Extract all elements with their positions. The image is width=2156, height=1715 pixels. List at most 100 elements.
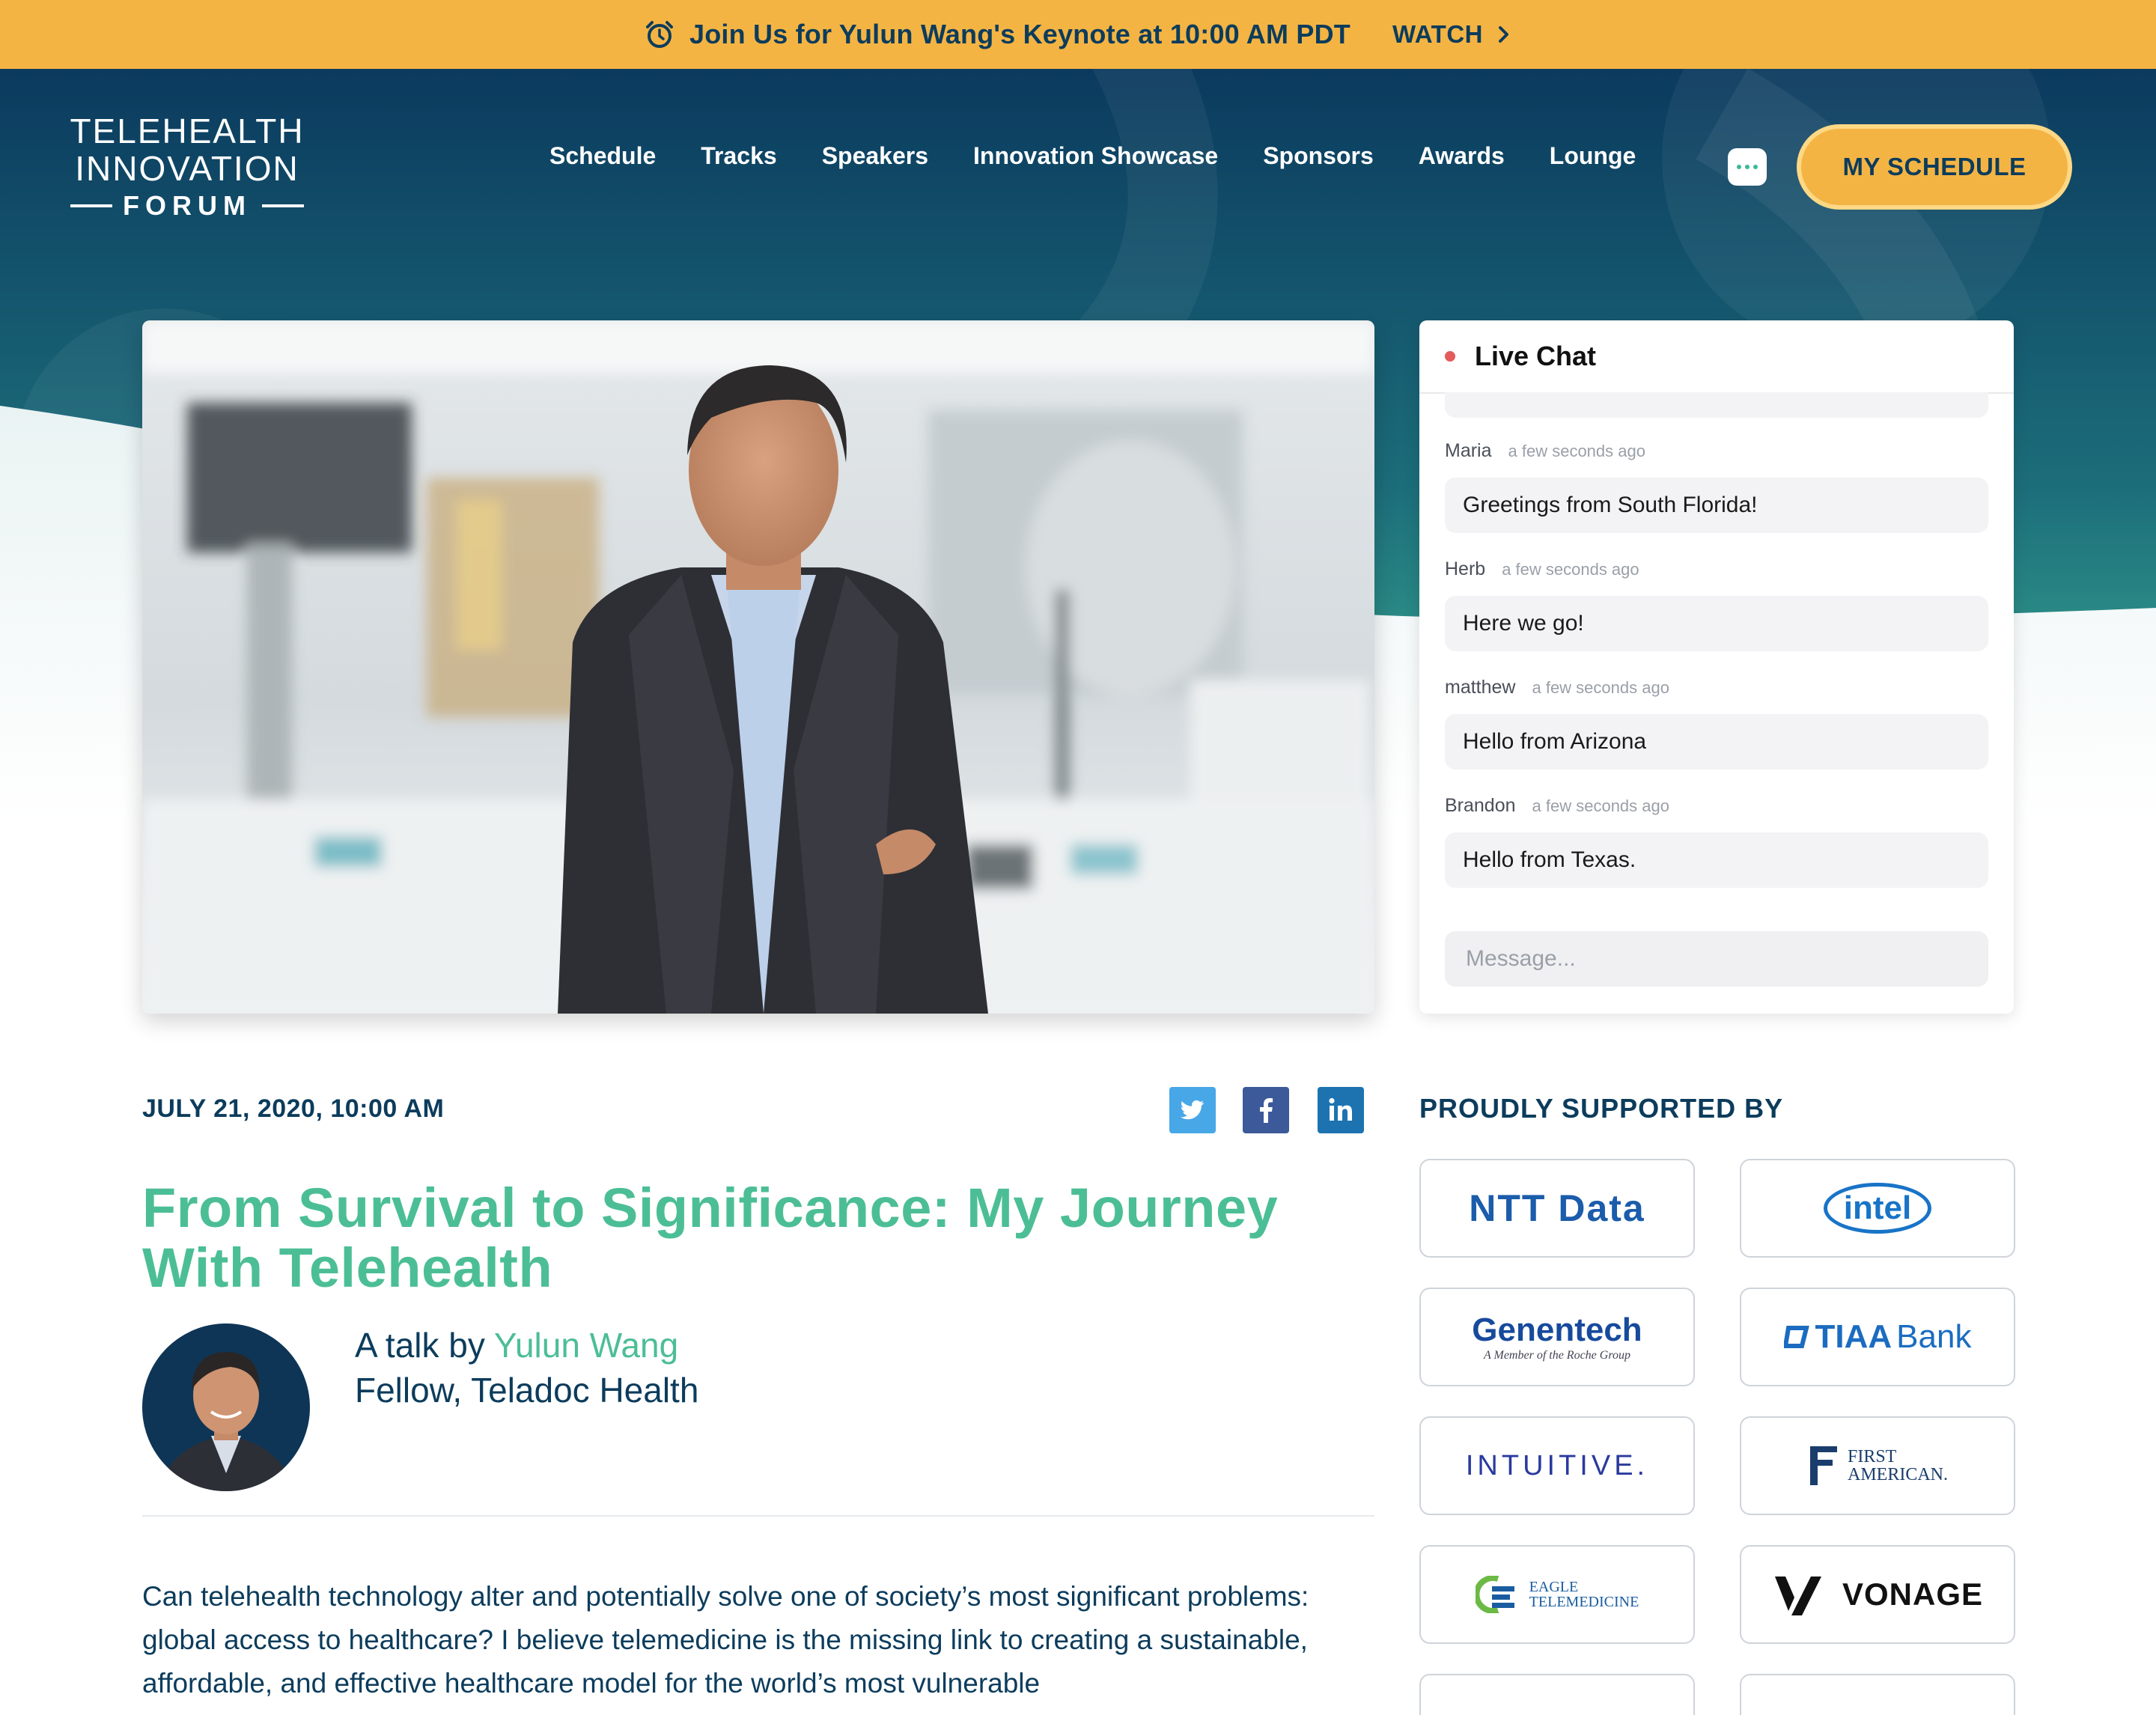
sponsor-intuitive[interactable]: INTUITIVE.: [1419, 1416, 1695, 1515]
chat-message: Maria a few seconds ago Greetings from S…: [1445, 440, 1988, 533]
linkedin-icon: [1329, 1097, 1352, 1121]
chat-message-partial: [1445, 392, 1988, 418]
my-schedule-button[interactable]: MY SCHEDULE: [1797, 124, 2072, 210]
chat-message-meta: Brandon a few seconds ago: [1445, 795, 1988, 825]
speaker-portrait: [142, 1323, 310, 1491]
watch-label: WATCH: [1392, 20, 1483, 48]
watch-link[interactable]: WATCH: [1392, 20, 1513, 49]
chat-message-text: Hello from Arizona: [1445, 714, 1988, 770]
alarm-clock-icon: [645, 21, 673, 48]
logo-forum-text: FORUM: [123, 190, 252, 221]
tiaa-mark-icon: [1783, 1326, 1809, 1348]
chat-username: Brandon: [1445, 795, 1516, 816]
speaker-avatar[interactable]: [142, 1323, 310, 1491]
chevron-right-icon: [1499, 26, 1508, 43]
chat-username: matthew: [1445, 677, 1516, 698]
sponsor-genentech[interactable]: Genentech A Member of the Roche Group: [1419, 1288, 1695, 1386]
chat-timestamp: a few seconds ago: [1532, 678, 1669, 697]
vonage-logo: VONAGE: [1772, 1572, 1983, 1617]
chat-message-text: Here we go!: [1445, 596, 1988, 651]
ntt-data-logo: NTT Data: [1469, 1187, 1645, 1229]
announcement-message: Join Us for Yulun Wang's Keynote at 10:0…: [643, 18, 1350, 51]
chat-timestamp: a few seconds ago: [1508, 442, 1645, 460]
chat-message-input[interactable]: [1445, 931, 1988, 987]
sponsor-partial-logo[interactable]: [1419, 1674, 1695, 1715]
nav-schedule[interactable]: Schedule: [549, 142, 656, 170]
chat-message-text: Greetings from South Florida!: [1445, 478, 1988, 533]
nav-tracks[interactable]: Tracks: [701, 142, 776, 170]
speaker-name-link[interactable]: Yulun Wang: [494, 1326, 678, 1365]
chat-message-meta: Maria a few seconds ago: [1445, 440, 1988, 470]
nav-speakers[interactable]: Speakers: [822, 142, 928, 170]
sponsor-ntt-data[interactable]: NTT Data: [1419, 1159, 1695, 1258]
twitter-icon: [1181, 1100, 1204, 1120]
logo-dash-left: [70, 204, 112, 207]
chat-timestamp: a few seconds ago: [1502, 560, 1639, 579]
ellipsis-icon: [1745, 165, 1750, 169]
speaker-byline: A talk by Yulun Wang: [355, 1325, 678, 1365]
live-chat-header: Live Chat: [1419, 320, 2014, 394]
facebook-icon: [1260, 1098, 1273, 1123]
sponsor-eagle-telemedicine[interactable]: EAGLE TELEMEDICINE: [1419, 1545, 1695, 1644]
main-nav: Schedule Tracks Speakers Innovation Show…: [549, 142, 1660, 170]
live-indicator-dot: [1445, 351, 1455, 362]
video-player[interactable]: [142, 320, 1374, 1014]
genentech-name: Genentech: [1472, 1312, 1642, 1348]
sponsor-first-american[interactable]: FIRST AMERICAN.: [1740, 1416, 2015, 1515]
speaker-role: Fellow, Teladoc Health: [355, 1371, 699, 1410]
first-american-line-2: AMERICAN.: [1847, 1465, 1948, 1484]
nav-sponsors[interactable]: Sponsors: [1263, 142, 1374, 170]
chat-message: Herb a few seconds ago Here we go!: [1445, 558, 1988, 651]
eagle-text: EAGLE TELEMEDICINE: [1529, 1580, 1639, 1609]
logo-line-3: FORUM: [67, 190, 307, 222]
site-logo[interactable]: TELEHEALTH INNOVATION FORUM: [67, 112, 307, 222]
eagle-mark-icon: [1475, 1576, 1514, 1613]
eagle-line-1: EAGLE: [1529, 1579, 1579, 1595]
first-american-logo: FIRST AMERICAN.: [1807, 1443, 1948, 1488]
ellipsis-icon: [1753, 165, 1758, 169]
share-facebook-button[interactable]: [1243, 1087, 1289, 1133]
eagle-line-2: TELEMEDICINE: [1529, 1594, 1639, 1610]
sponsors-heading: PROUDLY SUPPORTED BY: [1419, 1093, 1784, 1124]
section-divider: [142, 1515, 1374, 1517]
ellipsis-icon: [1737, 165, 1741, 169]
share-twitter-button[interactable]: [1169, 1087, 1216, 1133]
sponsor-us-bank[interactable]: usbank: [1740, 1674, 2015, 1715]
share-linkedin-button[interactable]: [1318, 1087, 1364, 1133]
intuitive-logo: INTUITIVE.: [1465, 1449, 1649, 1481]
announcement-bar: Join Us for Yulun Wang's Keynote at 10:0…: [0, 0, 2156, 69]
logo-line-1: TELEHEALTH: [70, 112, 305, 150]
sponsor-vonage[interactable]: VONAGE: [1740, 1545, 2015, 1644]
chat-message: Brandon a few seconds ago Hello from Tex…: [1445, 795, 1988, 888]
sponsor-tiaa-bank[interactable]: TIAA Bank: [1740, 1288, 2015, 1386]
chat-username: Maria: [1445, 440, 1492, 461]
nav-lounge[interactable]: Lounge: [1550, 142, 1636, 170]
sponsor-intel[interactable]: intel: [1740, 1159, 2015, 1258]
chat-message-text: Hello from Texas.: [1445, 832, 1988, 888]
nav-awards[interactable]: Awards: [1419, 142, 1505, 170]
chat-username: Herb: [1445, 558, 1486, 579]
first-american-mark-icon: [1809, 1446, 1837, 1485]
more-menu-button[interactable]: [1728, 148, 1767, 186]
vonage-mark-icon: [1774, 1577, 1821, 1615]
live-chat-title: Live Chat: [1475, 341, 1597, 371]
nav-innovation-showcase[interactable]: Innovation Showcase: [973, 142, 1218, 170]
eagle-telemedicine-logo: EAGLE TELEMEDICINE: [1475, 1576, 1639, 1613]
tiaa-name: TIAA: [1815, 1318, 1892, 1355]
logo-line-2: INNOVATION: [75, 149, 299, 188]
announcement-text: Join Us for Yulun Wang's Keynote at 10:0…: [689, 19, 1350, 49]
live-chat-panel: Live Chat Maria a few seconds ago Greeti…: [1419, 320, 2014, 1014]
chat-message-meta: Herb a few seconds ago: [1445, 558, 1988, 588]
chat-message-meta: matthew a few seconds ago: [1445, 677, 1988, 707]
chat-timestamp: a few seconds ago: [1532, 796, 1669, 815]
first-american-text: FIRST AMERICAN.: [1848, 1448, 1948, 1484]
vonage-name: VONAGE: [1842, 1577, 1984, 1612]
first-american-line-1: FIRST: [1847, 1447, 1897, 1466]
genentech-logo: Genentech A Member of the Roche Group: [1472, 1312, 1642, 1362]
logo-dash-right: [261, 204, 304, 207]
intel-logo: intel: [1823, 1183, 1932, 1234]
tiaa-bank-logo: TIAA Bank: [1783, 1318, 1972, 1356]
talk-title: From Survival to Significance: My Journe…: [142, 1177, 1279, 1299]
talk-description: Can telehealth technology alter and pote…: [142, 1581, 1309, 1699]
tiaa-bank-word: Bank: [1896, 1318, 1972, 1355]
